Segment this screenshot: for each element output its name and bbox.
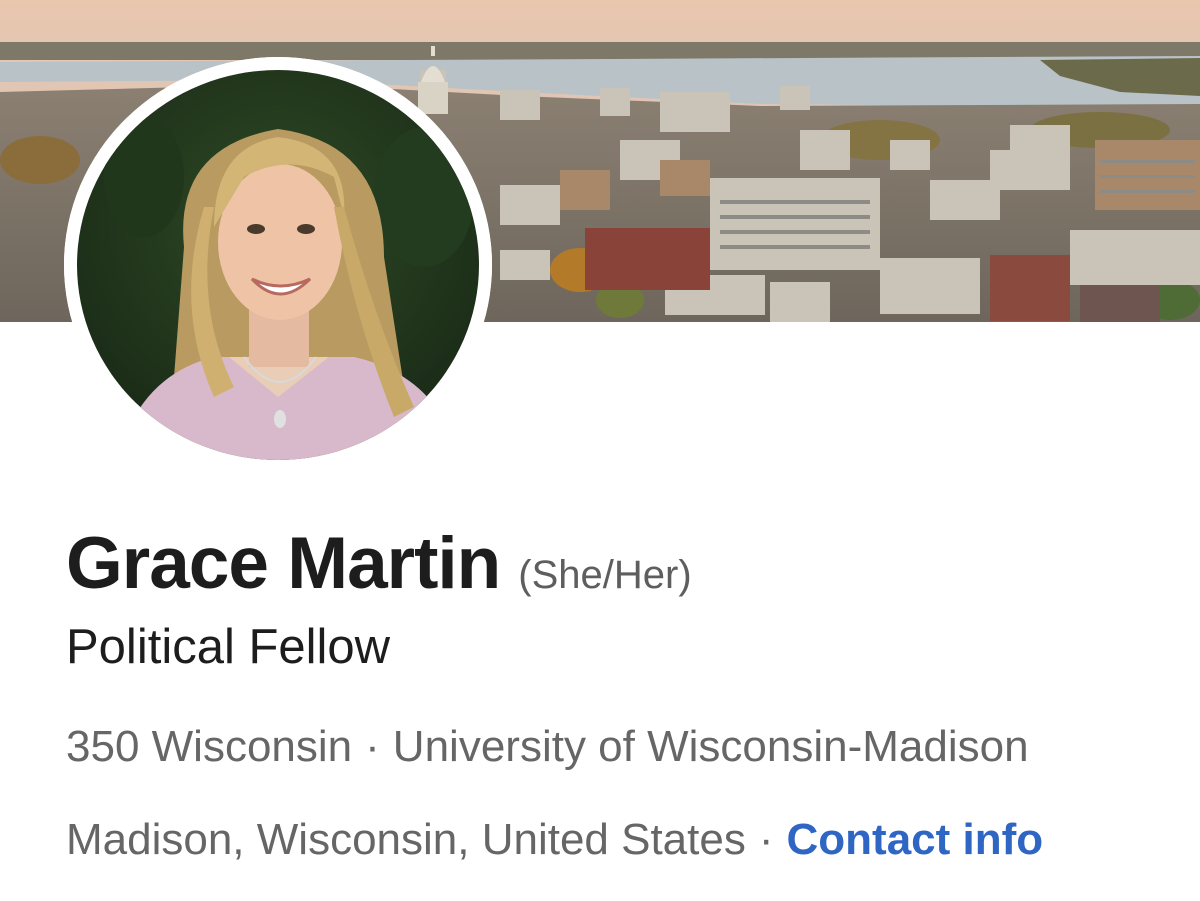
profile-name: Grace Martin [66,523,501,604]
experience-education-line: 350 Wisconsin · University of Wisconsin-Ma… [66,722,1029,772]
location-line: Madison, Wisconsin, United States · Contac… [66,815,1043,865]
separator-dot: · [758,815,774,864]
profile-card: Grace Martin (She/Her) Political Fellow … [0,0,1200,901]
profile-pronouns: (She/Her) [518,553,692,597]
education-school[interactable]: University of Wisconsin-Madison [393,722,1029,771]
profile-location: Madison, Wisconsin, United States [66,815,746,864]
profile-avatar[interactable] [64,57,492,473]
contact-info-link[interactable]: Contact info [787,815,1044,864]
separator-dot: · [365,722,380,771]
name-row: Grace Martin (She/Her) [66,522,692,605]
current-organization[interactable]: 350 Wisconsin [66,722,352,771]
profile-headline: Political Fellow [66,620,391,674]
